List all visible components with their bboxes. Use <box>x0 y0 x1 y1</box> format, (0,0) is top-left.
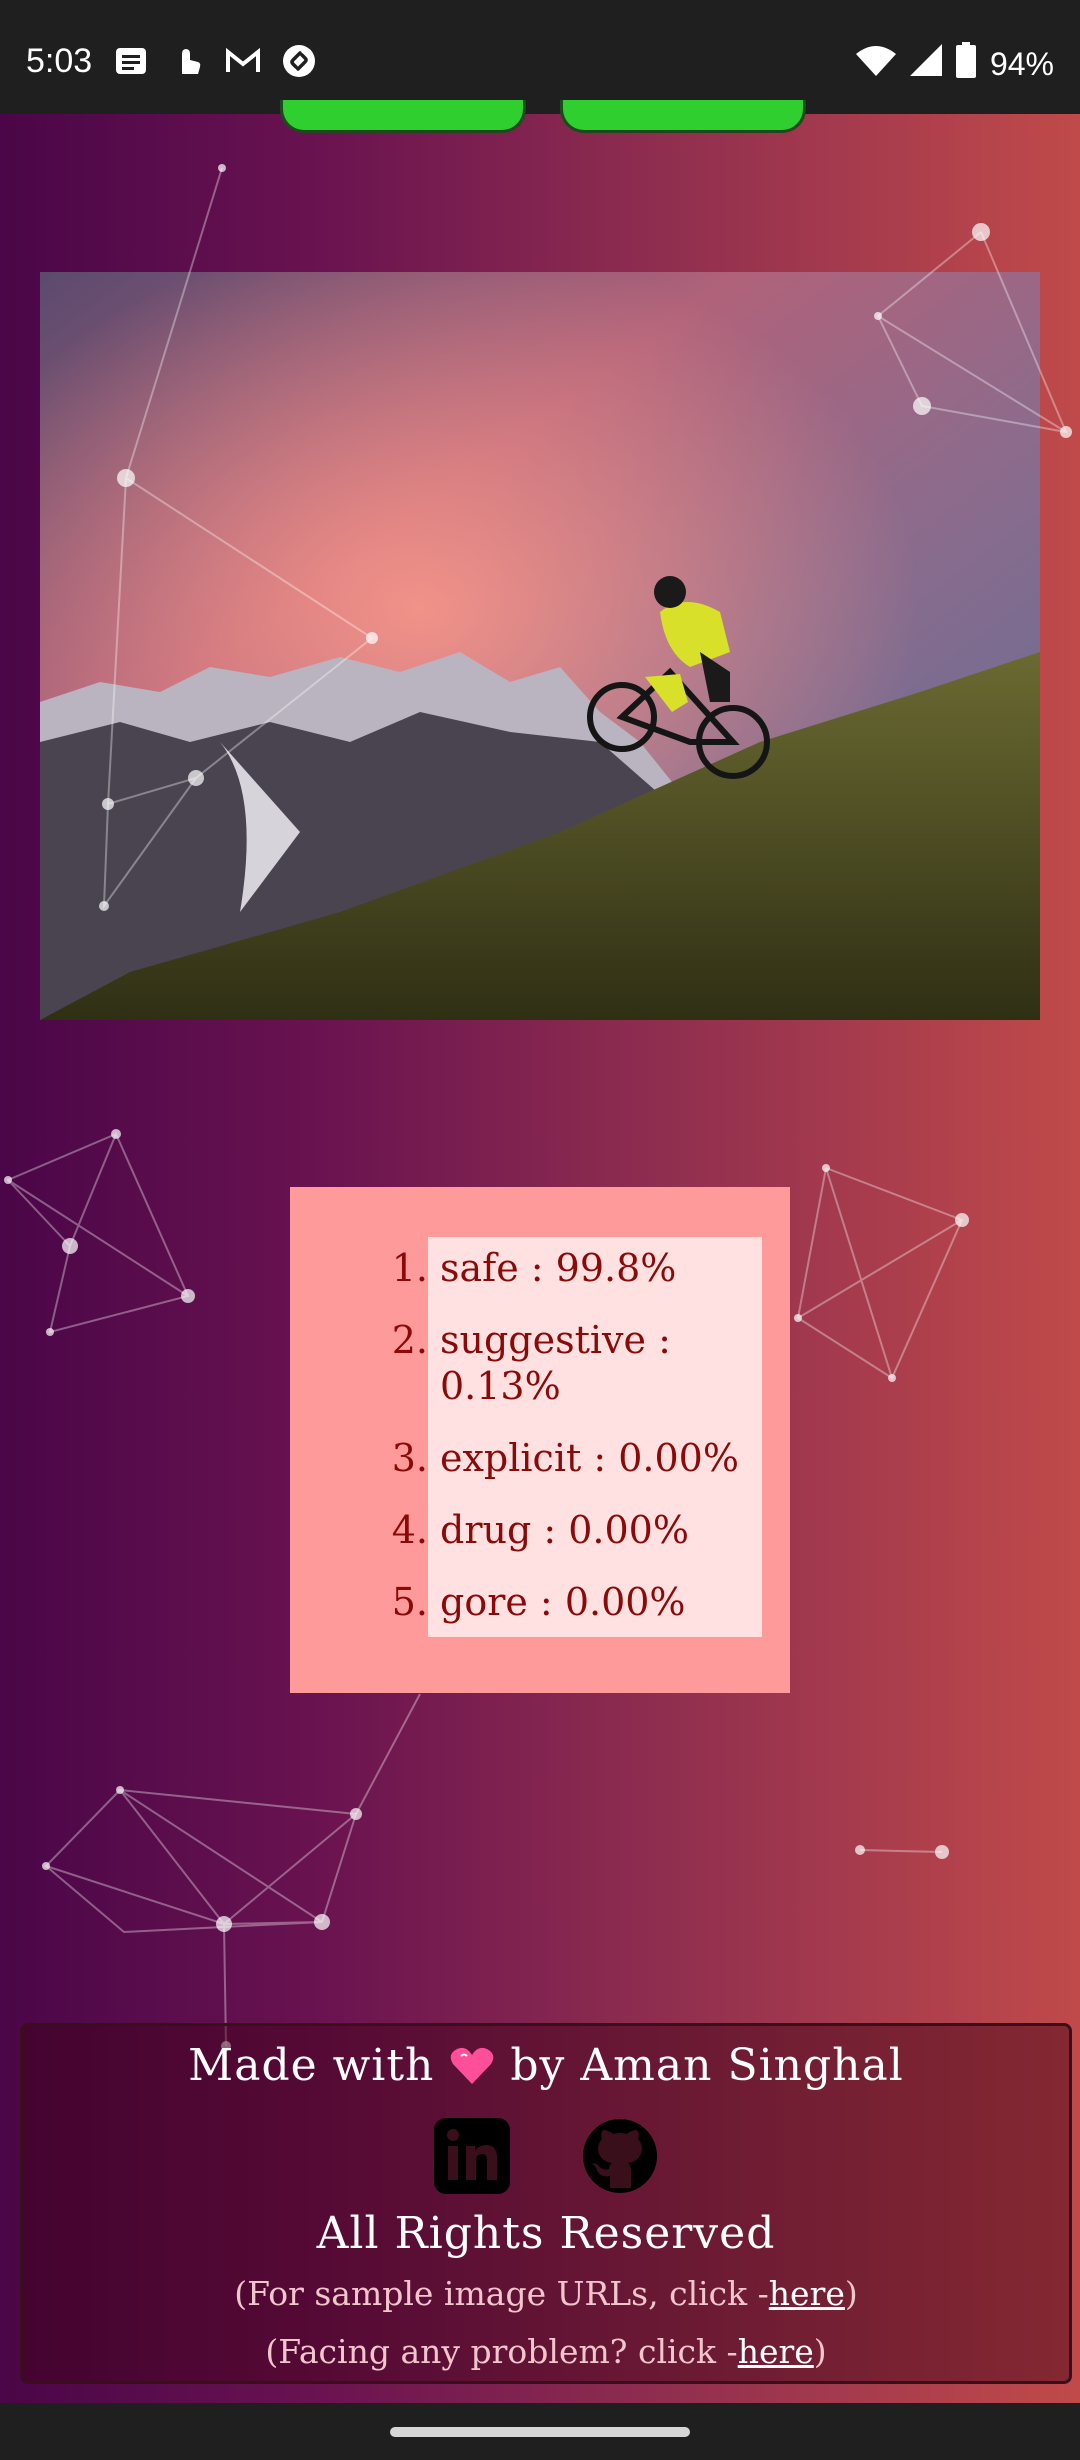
problem-note-prefix: (Facing any problem? click - <box>265 2332 738 2371</box>
problem-note-suffix: ) <box>813 2332 827 2371</box>
touch-icon <box>168 44 206 78</box>
linkedin-icon[interactable] <box>434 2118 510 2194</box>
list-item: 3. explicit : 0.00% <box>392 1435 752 1481</box>
list-item-number: 3. <box>391 1436 428 1480</box>
sample-note-suffix: ) <box>844 2274 858 2313</box>
results-list: 1. safe : 99.8% 2. suggestive : 0.13% 3. ex… <box>392 1237 762 1637</box>
list-item-text: gore : 0.00% <box>440 1580 686 1624</box>
list-item-number: 4. <box>391 1508 428 1552</box>
signal-icon <box>909 44 942 84</box>
list-item-text: suggestive : 0.13% <box>440 1318 671 1408</box>
list-item-number: 2. <box>391 1318 428 1362</box>
heart-icon <box>449 2046 495 2086</box>
status-time: 5:03 <box>26 42 93 80</box>
footer: Made with by Aman Singhal All Rights Res… <box>20 2023 1072 2384</box>
status-right: 94% <box>855 42 1054 86</box>
sample-urls-note: (For sample image URLs, click -here) <box>23 2274 1069 2313</box>
sample-urls-link[interactable]: here <box>769 2274 845 2313</box>
list-item-text: safe : 99.8% <box>440 1246 677 1290</box>
top-button-left[interactable] <box>280 100 526 133</box>
github-icon[interactable] <box>582 2118 658 2194</box>
rights-text: All Rights Reserved <box>316 2208 776 2259</box>
uploaded-image <box>40 272 1040 1020</box>
made-with-suffix: by Aman Singhal <box>510 2040 904 2091</box>
list-item-text: explicit : 0.00% <box>440 1436 739 1480</box>
news-icon <box>112 44 150 78</box>
sample-note-prefix: (For sample image URLs, click - <box>234 2274 769 2313</box>
status-bar: 5:03 94% <box>0 0 1080 114</box>
battery-percent: 94% <box>989 45 1054 82</box>
list-item: 2. suggestive : 0.13% <box>392 1317 752 1409</box>
navigation-bar <box>0 2403 1080 2460</box>
list-item-number: 5. <box>391 1580 428 1624</box>
list-item: 4. drug : 0.00% <box>392 1507 752 1553</box>
social-links <box>23 2118 1069 2194</box>
notification-icons <box>112 44 318 78</box>
list-item: 1. safe : 99.8% <box>392 1245 752 1291</box>
home-handle[interactable] <box>390 2427 690 2437</box>
battery-icon <box>955 42 976 86</box>
list-item: 5. gore : 0.00% <box>392 1579 752 1625</box>
shazam-icon <box>280 44 318 78</box>
made-with-credit: Made with by Aman Singhal <box>23 2040 1069 2091</box>
problem-link[interactable]: here <box>738 2332 814 2371</box>
made-with-prefix: Made with <box>188 2040 435 2091</box>
top-button-right[interactable] <box>560 100 806 133</box>
list-item-text: drug : 0.00% <box>440 1508 689 1552</box>
wifi-icon <box>855 44 896 84</box>
results-card: 1. safe : 99.8% 2. suggestive : 0.13% 3. ex… <box>290 1187 790 1693</box>
problem-note: (Facing any problem? click -here) <box>23 2332 1069 2371</box>
list-item-number: 1. <box>391 1246 428 1290</box>
gmail-icon <box>224 44 262 78</box>
